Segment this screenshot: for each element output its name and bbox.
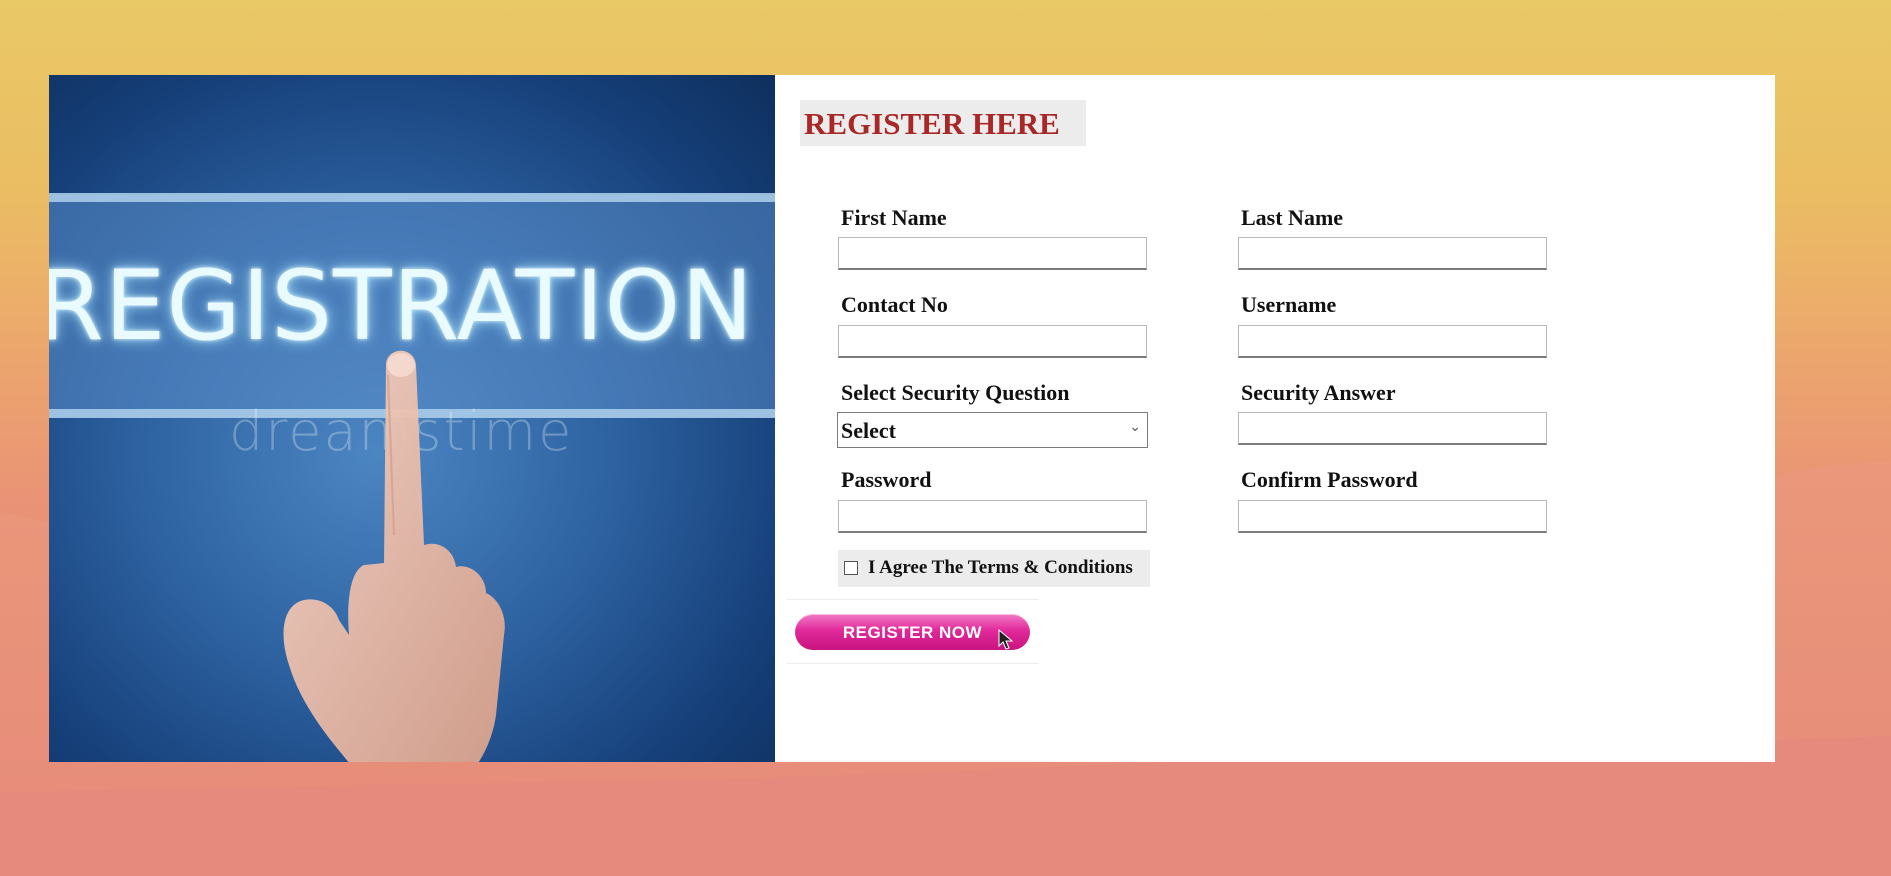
confirm-password-label: Confirm Password — [1241, 467, 1418, 492]
form-title: REGISTER HERE — [804, 106, 1060, 141]
registration-card: REGISTRATION dreamstime REGISTER HERE Fi… — [49, 75, 1775, 762]
chevron-down-icon: ⌄ — [1129, 419, 1141, 435]
username-label: Username — [1241, 292, 1337, 317]
password-input[interactable] — [838, 500, 1147, 533]
contact-no-label: Contact No — [841, 292, 948, 317]
security-question-label: Select Security Question — [841, 380, 1070, 405]
first-name-input[interactable] — [838, 237, 1147, 270]
terms-checkbox[interactable] — [844, 561, 858, 575]
last-name-input[interactable] — [1238, 237, 1547, 270]
contact-no-input[interactable] — [838, 325, 1147, 358]
security-question-selected: Select — [841, 418, 896, 443]
first-name-label: First Name — [841, 205, 947, 230]
security-answer-input[interactable] — [1238, 412, 1547, 445]
mouse-cursor-icon — [998, 629, 1014, 650]
security-answer-label: Security Answer — [1241, 380, 1396, 405]
registration-hero-image: REGISTRATION dreamstime — [49, 75, 775, 762]
terms-agreement: I Agree The Terms & Conditions — [838, 550, 1150, 587]
password-label: Password — [841, 467, 932, 492]
register-now-button[interactable]: REGISTER NOW — [795, 614, 1030, 650]
terms-label[interactable]: I Agree The Terms & Conditions — [868, 557, 1133, 579]
last-name-label: Last Name — [1241, 205, 1344, 230]
register-now-label: REGISTER NOW — [842, 623, 983, 642]
registration-form: REGISTER HERE First Name Last Name Conta… — [775, 75, 1775, 762]
hero-band-top-line — [49, 193, 775, 202]
confirm-password-input[interactable] — [1238, 500, 1547, 533]
pointing-hand-icon — [283, 350, 505, 762]
form-title-box: REGISTER HERE — [800, 100, 1086, 146]
username-input[interactable] — [1238, 325, 1547, 358]
submit-area: REGISTER NOW — [787, 599, 1039, 664]
security-question-select[interactable]: Select ⌄ — [837, 412, 1148, 448]
